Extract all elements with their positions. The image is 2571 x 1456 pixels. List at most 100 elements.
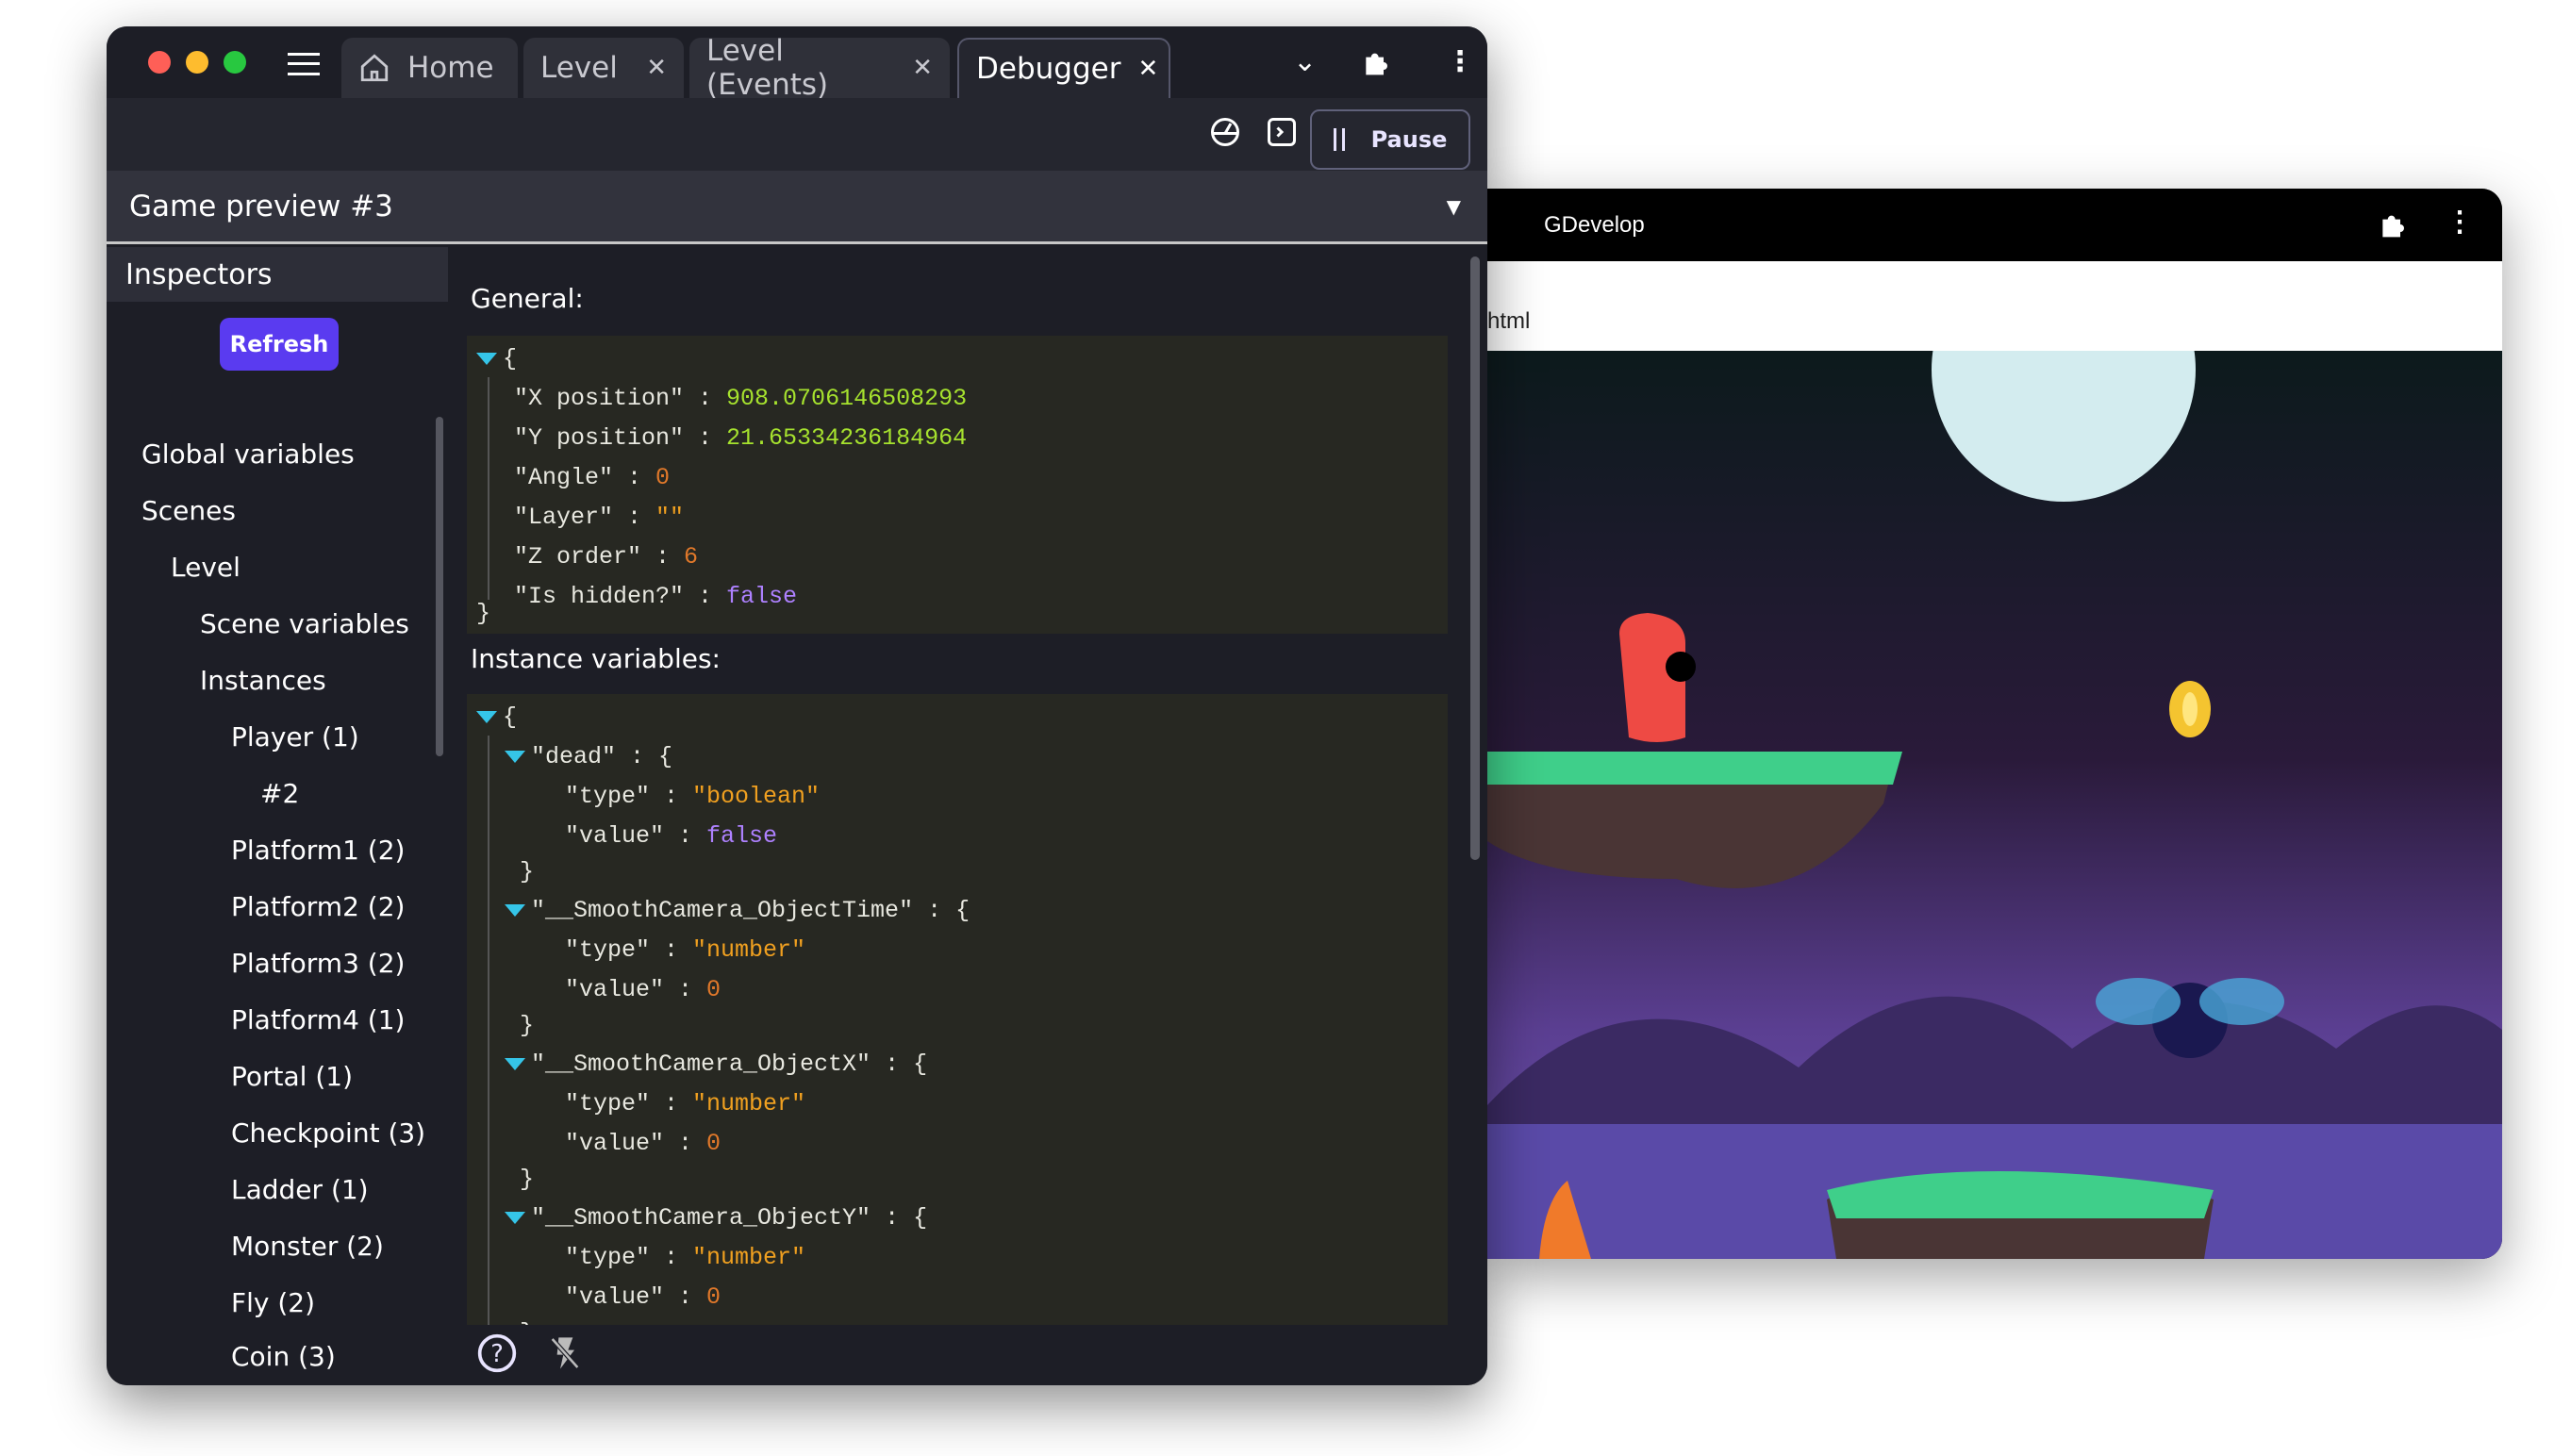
inspector-item-instances[interactable]: Instances [200,665,326,696]
json-key: "Y position" [514,424,685,452]
maximize-window-button[interactable] [224,51,246,74]
json-field-row: "X position" : 908.0706146508293 [514,385,968,412]
json-variable-row: } [520,1166,535,1193]
refresh-button[interactable]: Refresh [220,318,339,371]
inspector-item-platform1[interactable]: Platform1 (2) [231,835,405,866]
inspector-item-checkpoint[interactable]: Checkpoint (3) [231,1117,425,1149]
variable-type: "boolean" [692,783,821,810]
variable-type: "number" [692,936,806,964]
game-preview-select[interactable]: Game preview #3 ▼ [107,171,1487,244]
tab-debugger[interactable]: Debugger ✕ [957,38,1170,98]
json-field-row: "Z order" : 6 [514,543,699,571]
close-tab-icon[interactable]: ✕ [646,54,667,82]
pause-button[interactable]: Pause [1310,109,1470,170]
variable-type: "number" [692,1090,806,1117]
inspectors-scrollbar[interactable] [436,417,443,756]
json-value: 21.65334236184964 [726,424,968,452]
variable-value: 0 [706,1130,722,1157]
tab-home[interactable]: Home [341,38,518,98]
extension-puzzle-icon[interactable] [1361,47,1391,77]
json-value: 6 [684,543,699,571]
debugger-footer: ? [448,1325,1487,1385]
game-preview-label: Game preview #3 [129,189,393,223]
menu-icon[interactable] [288,53,320,75]
json-value: false [726,583,798,610]
collapse-caret-icon[interactable] [505,1057,525,1070]
close-tab-icon[interactable]: ✕ [1137,55,1158,83]
inspector-item-portal[interactable]: Portal (1) [231,1061,353,1092]
inspector-item-coin[interactable]: Coin (3) [231,1341,336,1372]
inspector-item-instance-2[interactable]: #2 [260,778,299,809]
inspector-item-global-variables[interactable]: Global variables [141,438,355,470]
variable-name: "__SmoothCamera_ObjectTime" [531,897,914,924]
inspector-item-platform2[interactable]: Platform2 (2) [231,891,405,922]
general-json-view: { "X position" : 908.0706146508293 "Y pos… [467,336,1448,634]
json-variable-row: "type" : "number" [565,1244,806,1271]
tab-label: Level (Events) [706,34,829,102]
game-window: GDevelop ⋮ html [1487,189,2502,1259]
collapse-caret-icon[interactable] [505,750,525,763]
collapse-caret-icon[interactable] [505,903,525,917]
json-field-row: "Y position" : 21.65334236184964 [514,424,968,452]
json-key: "X position" [514,385,685,412]
address-bar[interactable]: html [1487,261,2502,351]
tab-level-events[interactable]: Level (Events) ✕ [689,34,950,102]
game-canvas[interactable] [1487,351,2502,1259]
pause-label: Pause [1370,126,1448,153]
json-variable-row: "value" : 0 [565,976,722,1003]
close-window-button[interactable] [148,51,171,74]
json-key: "Z order" [514,543,642,571]
json-field-row: "Is hidden?" : false [514,583,798,610]
inspector-item-fly[interactable]: Fly (2) [231,1287,315,1318]
inspector-item-monster[interactable]: Monster (2) [231,1231,384,1262]
instance-variables-json-view: { "dead" : {"type" : "boolean" "value" : … [467,694,1448,1325]
json-variable-row: "__SmoothCamera_ObjectTime" : { [505,891,970,931]
hot-reload-disabled-icon[interactable] [546,1332,584,1374]
game-window-header: GDevelop ⋮ [1487,189,2502,261]
tab-label: Home [407,51,494,85]
inspector-item-platform3[interactable]: Platform3 (2) [231,948,405,979]
profiler-icon[interactable] [1208,115,1242,149]
extension-puzzle-icon[interactable] [2378,209,2408,240]
variable-value: 0 [706,1283,722,1311]
variable-type: "number" [692,1244,806,1271]
inspector-item-platform4[interactable]: Platform4 (1) [231,1004,405,1035]
platform-grass [1487,752,1902,785]
help-icon[interactable]: ? [476,1332,518,1374]
variable-name: "dead" [531,743,617,770]
json-variable-row: "type" : "number" [565,1090,806,1117]
chevron-down-icon[interactable]: ⌄ [1293,45,1317,78]
json-variable-row: "value" : 0 [565,1130,722,1157]
json-value: 0 [655,464,671,491]
general-heading: General: [471,283,584,314]
json-value: "" [655,504,685,531]
inspector-item-ladder[interactable]: Ladder (1) [231,1174,369,1205]
json-variable-row: } [520,858,535,885]
json-key: "Angle" [514,464,614,491]
json-key: "Layer" [514,504,614,531]
inspector-item-scenes[interactable]: Scenes [141,495,236,526]
inspectors-panel: Inspectors Refresh Global variables Scen… [107,247,448,1385]
collapse-caret-icon[interactable] [476,710,497,723]
tab-level[interactable]: Level ✕ [523,38,684,98]
minimize-window-button[interactable] [186,51,208,74]
home-icon [360,54,389,82]
variable-value: 0 [706,976,722,1003]
inspector-item-player[interactable]: Player (1) [231,721,359,753]
inspector-content: General: { "X position" : 908.0706146508… [448,247,1487,1325]
console-icon[interactable] [1265,115,1299,149]
collapse-caret-icon[interactable] [505,1211,525,1224]
game-window-title: GDevelop [1544,211,1645,238]
inspector-item-level[interactable]: Level [171,552,241,583]
content-scrollbar[interactable] [1470,256,1480,860]
json-field-row: "Layer" : "" [514,504,685,531]
address-text: html [1487,308,1531,334]
more-vertical-icon[interactable]: ⋮ [2446,206,2474,239]
debugger-window: Home Level ✕ Level (Events) ✕ Debugger ✕ ⌄ … [107,26,1487,1385]
variable-name: "__SmoothCamera_ObjectY" [531,1204,871,1232]
more-vertical-icon[interactable]: ⋮ [1446,45,1474,78]
collapse-caret-icon[interactable] [476,352,497,365]
close-tab-icon[interactable]: ✕ [912,54,933,82]
json-variable-row: "value" : false [565,822,778,850]
inspector-item-scene-variables[interactable]: Scene variables [200,608,409,639]
